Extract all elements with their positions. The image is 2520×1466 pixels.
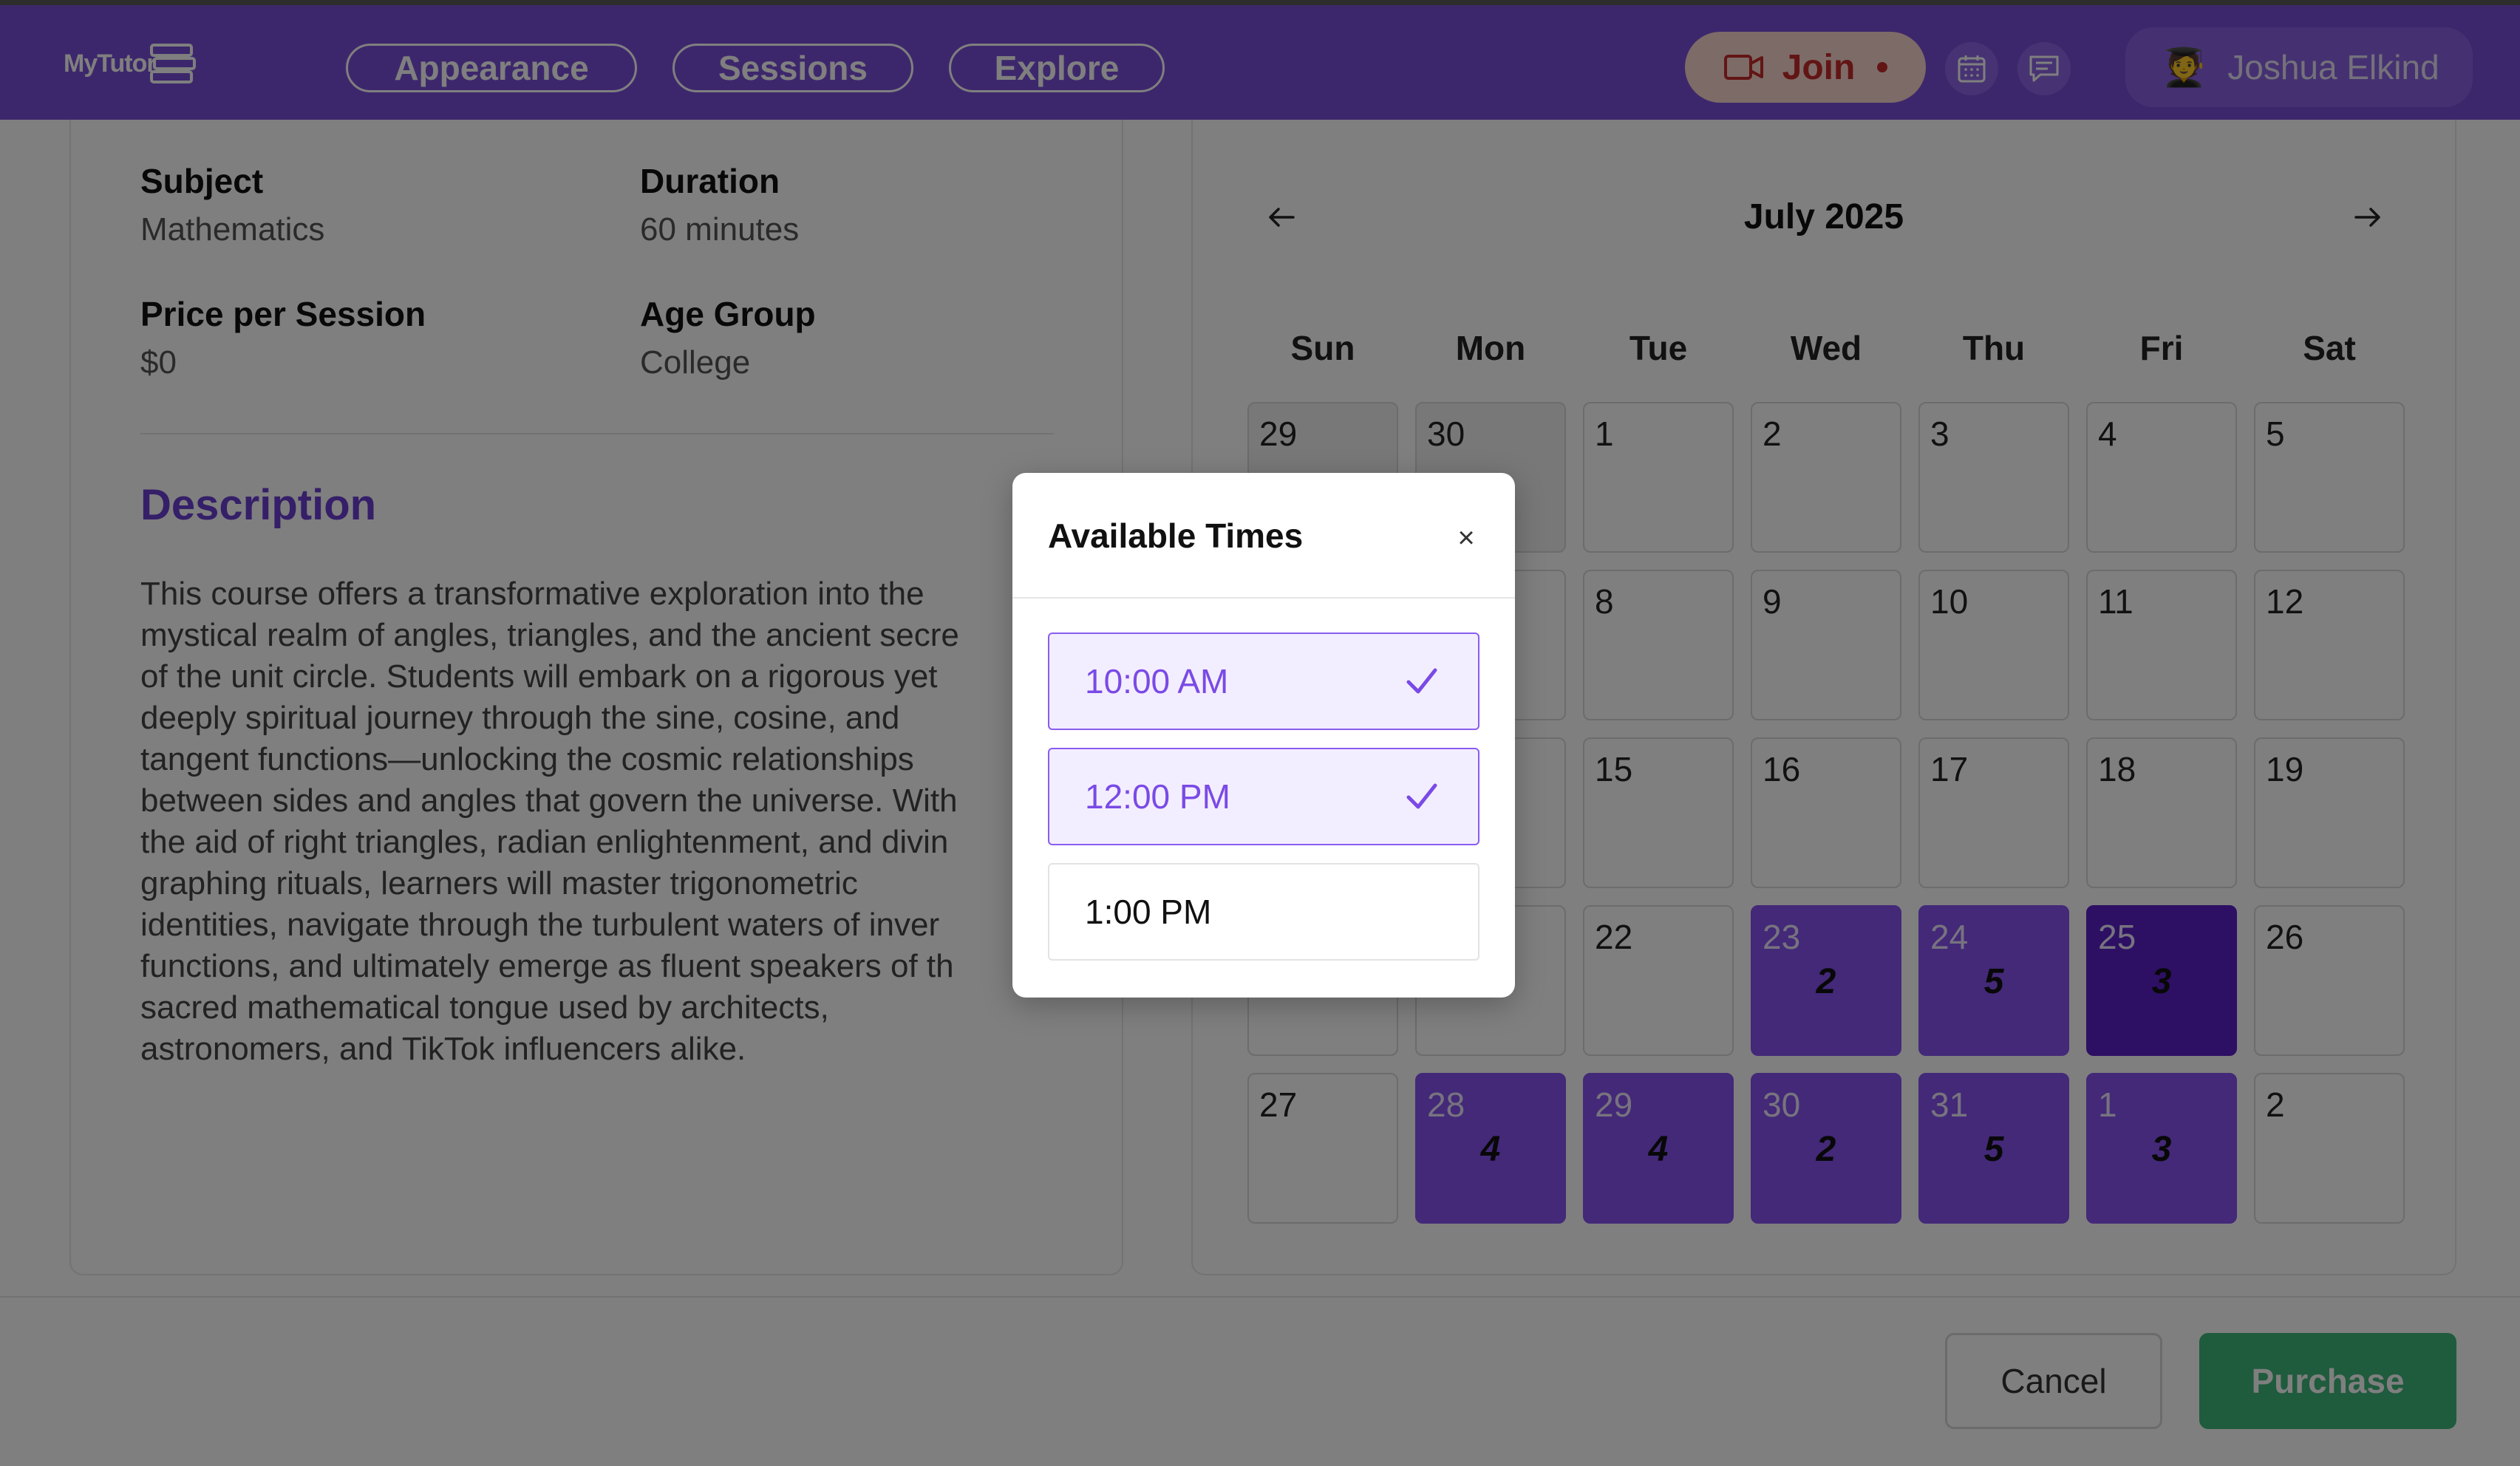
- available-times-modal: Available Times × 10:00 AM 12:00 PM 1:00 P…: [1012, 473, 1515, 998]
- time-slot-label: 12:00 PM: [1085, 777, 1230, 816]
- checkmark-icon: [1406, 668, 1437, 694]
- modal-header-divider: [1012, 597, 1515, 599]
- modal-title: Available Times: [1048, 516, 1304, 555]
- time-slot-option[interactable]: 10:00 AM: [1048, 633, 1479, 730]
- checkmark-icon: [1406, 783, 1437, 809]
- time-slot-label: 10:00 AM: [1085, 662, 1229, 700]
- close-icon[interactable]: ×: [1444, 516, 1488, 560]
- time-slot-label: 1:00 PM: [1085, 893, 1212, 931]
- time-slot-option[interactable]: 12:00 PM: [1048, 748, 1479, 845]
- time-slot-option[interactable]: 1:00 PM: [1048, 863, 1479, 961]
